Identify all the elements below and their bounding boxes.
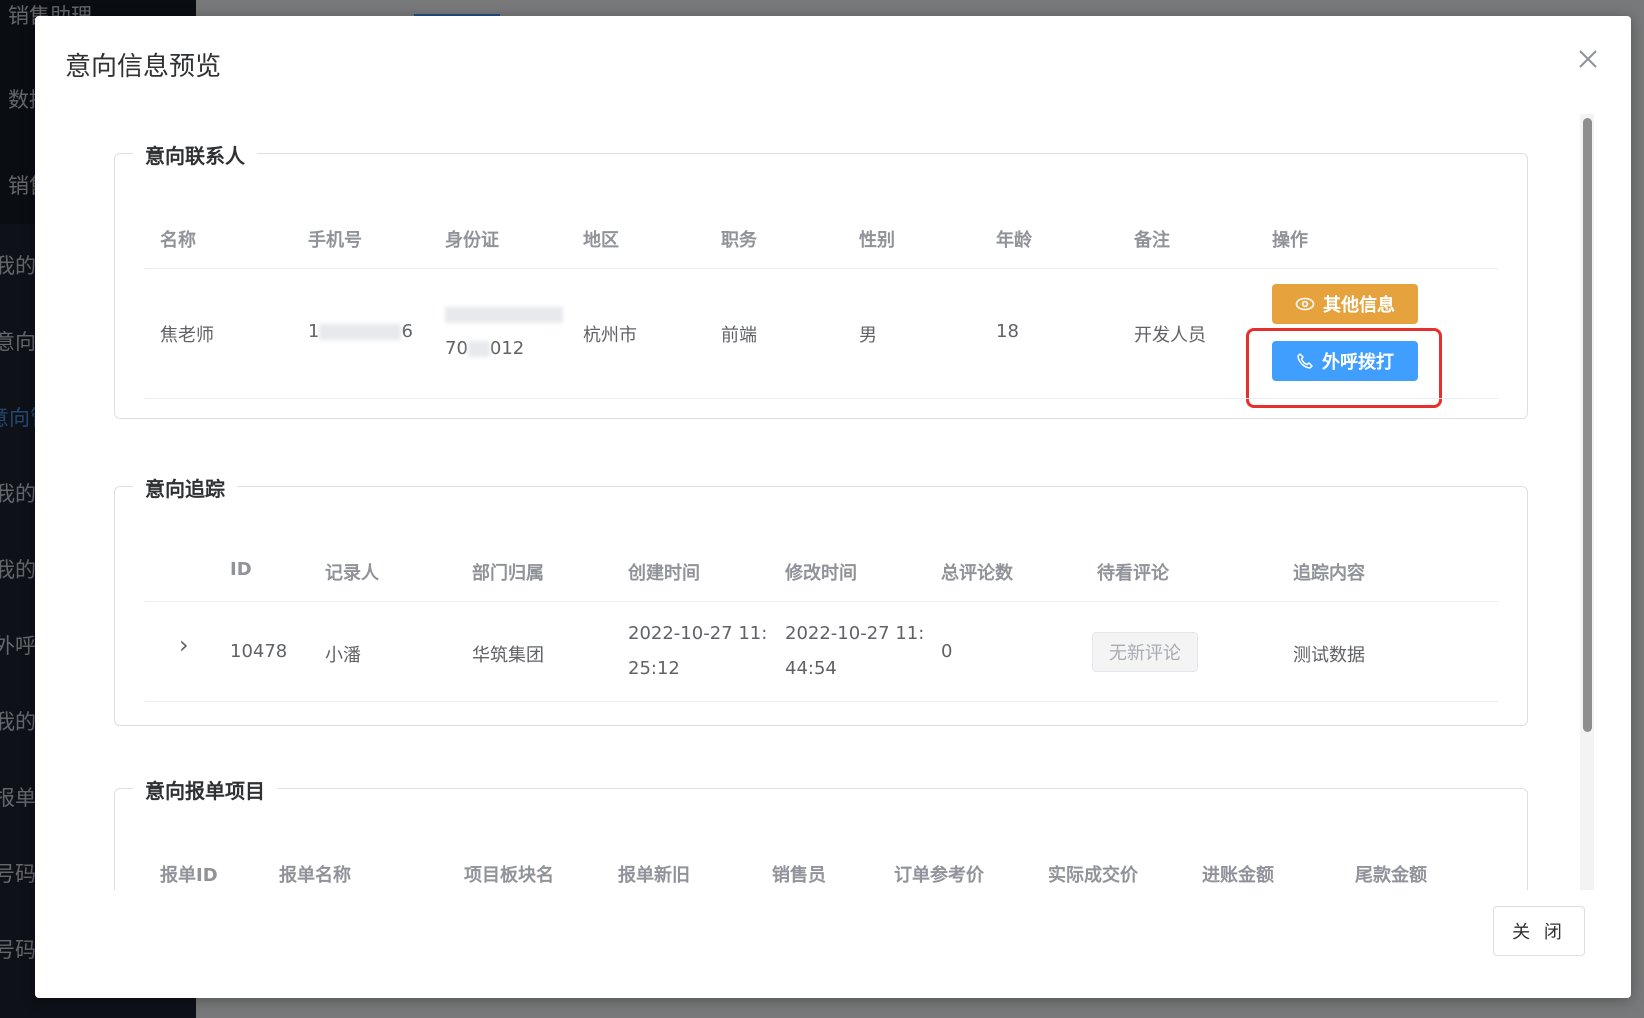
contact-age: 18: [996, 321, 1019, 342]
intent-preview-dialog: 意向信息预览 意向联系人 名称 手机号 身份证 地区 职务 性别 年龄 备注 操…: [35, 16, 1631, 998]
column-header: 尾款金额: [1355, 865, 1427, 886]
tracking-legend: 意向追踪: [133, 473, 237, 502]
header-divider: [145, 268, 1499, 269]
column-header: 待看评论: [1097, 563, 1169, 584]
column-header: 实际成交价: [1048, 865, 1138, 886]
phone-suffix: 6: [401, 321, 413, 342]
dialog-title: 意向信息预览: [65, 52, 222, 82]
column-header: 订单参考价: [894, 865, 984, 886]
tracking-created-line2: 25:12: [628, 658, 680, 679]
contacts-section: 意向联系人 名称 手机号 身份证 地区 职务 性别 年龄 备注 操作 焦老师 1…: [114, 140, 1528, 419]
column-header: 总评论数: [941, 563, 1013, 584]
contact-position: 前端: [721, 325, 757, 346]
contact-name: 焦老师: [160, 325, 214, 346]
column-header: 创建时间: [628, 563, 700, 584]
column-header: 报单名称: [279, 865, 351, 886]
column-header: 身份证: [445, 230, 499, 251]
other-info-label: 其他信息: [1323, 295, 1395, 316]
eye-icon: [1295, 297, 1315, 311]
column-header: 报单新旧: [618, 865, 690, 886]
column-header: 地区: [583, 230, 619, 251]
column-header: 名称: [160, 230, 196, 251]
dialog-body[interactable]: 意向联系人 名称 手机号 身份证 地区 职务 性别 年龄 备注 操作 焦老师 1…: [35, 110, 1631, 890]
tracking-id: 10478: [230, 641, 288, 662]
header-divider: [145, 601, 1499, 602]
phone-prefix: 1: [308, 321, 320, 342]
id-masked: [467, 341, 490, 357]
id-line2-prefix: 70: [445, 338, 468, 359]
column-header: 备注: [1134, 230, 1170, 251]
column-header: 记录人: [325, 563, 379, 584]
column-header: 追踪内容: [1293, 563, 1365, 584]
tracking-department: 华筑集团: [472, 645, 544, 666]
column-header: 职务: [721, 230, 757, 251]
scrollbar-thumb[interactable]: [1583, 118, 1592, 732]
id-masked: [445, 307, 563, 323]
tracking-total-comments: 0: [941, 641, 953, 662]
close-icon[interactable]: [1575, 46, 1601, 72]
tracking-recorder: 小潘: [325, 645, 361, 666]
contacts-legend: 意向联系人: [133, 140, 257, 169]
tracking-section: 意向追踪 ID 记录人 部门归属 创建时间 修改时间 总评论数 待看评论 追踪内…: [114, 473, 1528, 726]
contact-phone: 16: [308, 321, 413, 342]
column-header: 部门归属: [472, 563, 544, 584]
close-button[interactable]: 关 闭: [1493, 906, 1585, 956]
column-header: 修改时间: [785, 563, 857, 584]
column-header: 进账金额: [1202, 865, 1274, 886]
contact-id-line1: [445, 304, 563, 325]
no-new-comment-button[interactable]: 无新评论: [1092, 632, 1198, 672]
tracking-created-line1: 2022-10-27 11:: [628, 623, 768, 644]
contact-gender: 男: [859, 325, 877, 346]
row-divider: [145, 398, 1499, 399]
orders-legend: 意向报单项目: [133, 775, 277, 804]
column-header: 操作: [1272, 230, 1308, 251]
tracking-modified-line1: 2022-10-27 11:: [785, 623, 925, 644]
contact-id-line2: 70 012: [445, 338, 524, 359]
tracking-modified-line2: 44:54: [785, 658, 837, 679]
orders-section: 意向报单项目 报单ID 报单名称 项目板块名 报单新旧 销售员 订单参考价 实际…: [114, 775, 1528, 890]
id-line2-suffix: 012: [489, 338, 525, 359]
tracking-content: 测试数据: [1293, 645, 1365, 666]
column-header: 报单ID: [160, 865, 218, 886]
column-header: 年龄: [996, 230, 1032, 251]
highlight-annotation: [1246, 328, 1442, 408]
column-header: 性别: [859, 230, 895, 251]
row-divider: [145, 701, 1499, 702]
column-header: 手机号: [308, 230, 362, 251]
contact-region: 杭州市: [583, 325, 637, 346]
phone-masked: [319, 324, 402, 340]
other-info-button[interactable]: 其他信息: [1272, 284, 1418, 324]
column-header: 项目板块名: [464, 865, 554, 886]
column-header: 销售员: [772, 865, 826, 886]
contact-remark: 开发人员: [1134, 325, 1206, 346]
column-header: ID: [230, 559, 252, 580]
chevron-right-icon[interactable]: ›: [179, 631, 189, 659]
